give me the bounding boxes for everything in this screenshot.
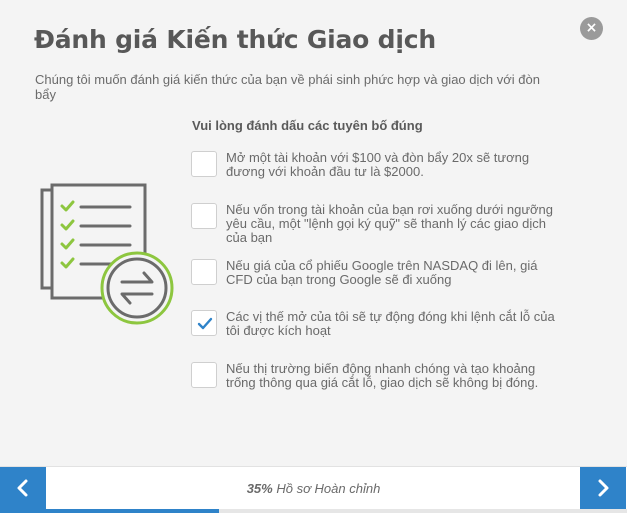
close-button[interactable]: ×	[580, 17, 603, 40]
option-label: Nếu giá của cổ phiếu Google trên NASDAQ …	[226, 258, 538, 287]
progress-footer: 35% Hồ sơ Hoàn chỉnh	[0, 466, 627, 513]
close-icon: ×	[585, 20, 598, 36]
option-label: Nếu vốn trong tài khoản của bạn rơi xuốn…	[226, 202, 554, 245]
question-heading: Vui lòng đánh dấu các tuyên bố đúng	[192, 118, 423, 133]
option-label: Các vị thế mở của tôi sẽ tự động đóng kh…	[226, 309, 555, 338]
progress-bar-fill	[0, 509, 220, 513]
option-checkbox[interactable]	[191, 151, 217, 177]
next-button[interactable]	[580, 467, 626, 509]
chevron-right-icon	[598, 479, 609, 497]
option-checkbox[interactable]	[191, 362, 217, 388]
dialog-title: Đánh giá Kiến thức Giao dịch	[34, 25, 436, 54]
option-checkbox-checked[interactable]	[191, 310, 217, 336]
option-label: Nếu thị trường biến động nhanh chóng và …	[226, 361, 539, 390]
option-label: Mở một tài khoản với $100 và đòn bẩy 20x…	[226, 150, 530, 179]
option-checkbox[interactable]	[191, 203, 217, 229]
checklist-exchange-icon	[38, 182, 174, 327]
dialog-subtitle: Chúng tôi muốn đánh giá kiến thức của bạ…	[35, 72, 540, 102]
progress-status: 35% Hồ sơ Hoàn chỉnh	[0, 481, 627, 496]
progress-bar	[0, 509, 627, 513]
knowledge-assessment-dialog: Đánh giá Kiến thức Giao dịch × Chúng tôi…	[0, 0, 627, 466]
progress-percent: 35%	[246, 481, 273, 496]
checkmark-icon	[197, 317, 213, 330]
option-checkbox[interactable]	[191, 259, 217, 285]
progress-label: Hồ sơ Hoàn chỉnh	[276, 481, 381, 496]
